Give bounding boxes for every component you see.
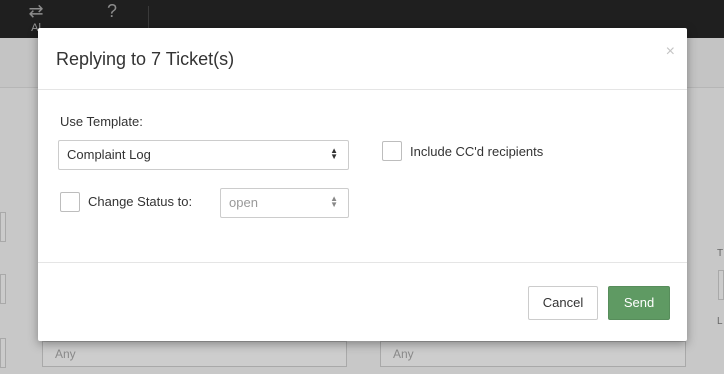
include-cc-label[interactable]: Include CC'd recipients	[410, 144, 543, 159]
send-button[interactable]: Send	[608, 286, 670, 320]
background-label-fragment: T	[717, 248, 724, 259]
modal-title: Replying to 7 Ticket(s)	[56, 49, 235, 69]
template-select[interactable]: Complaint Log ▲ ▼	[58, 140, 349, 170]
background-field-edge	[0, 212, 6, 242]
change-status-label[interactable]: Change Status to:	[88, 194, 192, 209]
select-caret-icon: ▲ ▼	[330, 194, 338, 210]
modal-header: Replying to 7 Ticket(s) ×	[38, 28, 687, 90]
template-label: Use Template:	[60, 114, 143, 129]
status-select[interactable]: open ▲ ▼	[220, 188, 349, 218]
select-caret-icon: ▲ ▼	[330, 146, 338, 162]
background-filter-field: Any	[42, 341, 347, 367]
include-cc-checkbox[interactable]	[382, 141, 402, 161]
background-field-edge	[718, 270, 724, 300]
help-icon: ?	[106, 1, 117, 21]
background-field-edge	[0, 338, 6, 368]
status-selected-value: open	[229, 195, 258, 210]
change-status-checkbox[interactable]	[60, 192, 80, 212]
background-filter-field: Any	[380, 341, 686, 367]
background-field-edge	[0, 274, 6, 304]
template-selected-value: Complaint Log	[67, 147, 151, 162]
transfer-icon: ⇄	[28, 1, 44, 21]
background-label-fragment: L	[717, 316, 723, 327]
cancel-button[interactable]: Cancel	[528, 286, 598, 320]
reply-modal: Replying to 7 Ticket(s) × Use Template: …	[38, 28, 687, 341]
close-icon[interactable]: ×	[666, 43, 675, 61]
